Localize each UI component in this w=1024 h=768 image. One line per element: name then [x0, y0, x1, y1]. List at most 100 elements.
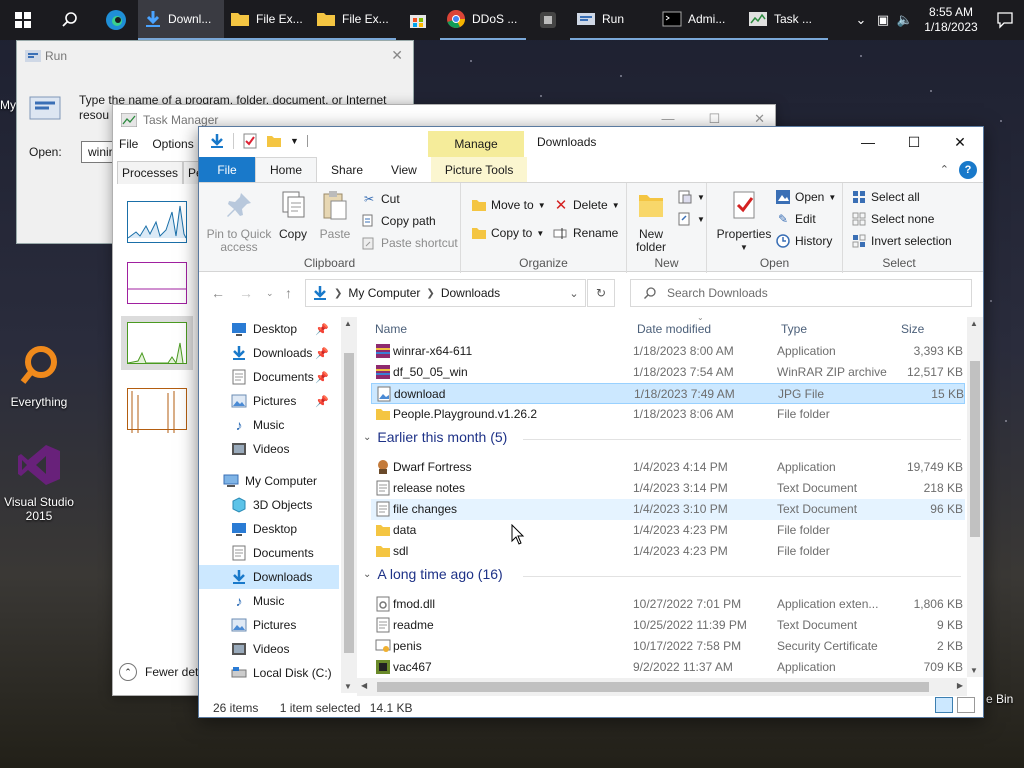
close-icon[interactable]: ✕	[391, 47, 403, 64]
table-row[interactable]: People.Playground.v1.26.2 1/18/2023 8:06…	[371, 404, 965, 425]
table-row[interactable]: sdl 1/4/2023 4:23 PM File folder	[371, 541, 965, 562]
fewer-details-button[interactable]: ⌃ Fewer det	[119, 663, 198, 681]
open-button[interactable]: Open ▼	[775, 189, 836, 205]
scroll-right-icon[interactable]: ▶	[957, 681, 963, 690]
nav-item-pictures[interactable]: Pictures 📌	[199, 389, 339, 413]
scroll-up-icon[interactable]: ▲	[344, 319, 352, 328]
taskbar-app-chrome[interactable]: DDoS ...	[440, 0, 526, 40]
file-list-scroll-thumb[interactable]	[970, 361, 980, 537]
file-list-scrollbar[interactable]: ▲ ▼	[967, 317, 983, 677]
memory-graph[interactable]	[127, 262, 187, 304]
network-graph[interactable]	[127, 388, 187, 433]
group-header-earlier-this-month[interactable]: ⌄ Earlier this month (5)	[363, 429, 961, 445]
taskbar-app[interactable]	[526, 0, 570, 40]
network-icon[interactable]: ▣	[872, 12, 894, 28]
column-header-size[interactable]: Size	[901, 317, 924, 341]
back-arrow-icon[interactable]: ←	[211, 285, 225, 301]
recent-locations-icon[interactable]: ⌄	[266, 288, 274, 299]
disk-graph[interactable]	[121, 316, 193, 370]
nav-item-desktop-2[interactable]: Desktop	[199, 517, 339, 541]
table-row[interactable]: penis 10/17/2022 7:58 PM Security Certif…	[371, 636, 965, 657]
nav-item-documents-2[interactable]: Documents	[199, 541, 339, 565]
clock[interactable]: 8:55 AM 1/18/2023	[916, 5, 986, 35]
taskbar-app-cmd[interactable]: Admi...	[656, 0, 742, 40]
table-row[interactable]: Dwarf Fortress 1/4/2023 4:14 PM Applicat…	[371, 457, 965, 478]
move-to-button[interactable]: Move to ▼	[471, 197, 546, 213]
properties-button[interactable]: Properties ▼	[715, 189, 773, 254]
details-view-icon[interactable]	[935, 697, 953, 713]
nav-item-downloads-2[interactable]: Downloads	[199, 565, 339, 589]
maximize-icon[interactable]: ☐	[891, 127, 937, 157]
tab-file[interactable]: File	[199, 157, 255, 182]
horizontal-scrollbar[interactable]: ◀ ▶	[357, 678, 967, 696]
taskbar-app-run[interactable]: Run	[570, 0, 656, 40]
copy-button[interactable]: Copy	[275, 189, 311, 241]
cut-button[interactable]: ✂ Cut	[361, 191, 400, 207]
delete-button[interactable]: ✕ Delete ▼	[553, 197, 620, 214]
desktop-icon-visual-studio[interactable]: Visual Studio 2015	[0, 442, 78, 523]
pin-icon[interactable]: 📌	[315, 347, 329, 360]
copy-to-button[interactable]: Copy to ▼	[471, 225, 544, 241]
address-bar[interactable]: ❯ My Computer ❯ Downloads ⌄	[305, 279, 586, 307]
select-all-button[interactable]: Select all	[851, 189, 920, 205]
column-header-type[interactable]: Type	[781, 317, 807, 341]
scroll-up-icon[interactable]: ▲	[970, 319, 978, 328]
taskbar-app-downloads[interactable]: Downl...	[138, 0, 224, 40]
forward-arrow-icon[interactable]: →	[239, 285, 253, 301]
table-row[interactable]: data 1/4/2023 4:23 PM File folder	[371, 520, 965, 541]
tab-processes[interactable]: Processes	[117, 161, 184, 184]
paste-button[interactable]: Paste	[315, 189, 355, 241]
nav-item-downloads[interactable]: Downloads 📌	[199, 341, 339, 365]
nav-item-music[interactable]: ♪ Music	[199, 413, 339, 437]
taskbar-app-file-explorer[interactable]: File Ex...	[224, 0, 310, 40]
scroll-left-icon[interactable]: ◀	[361, 681, 367, 690]
tab-share[interactable]: Share	[317, 157, 377, 182]
copy-path-button[interactable]: Copy path	[361, 213, 436, 229]
nav-item-music-2[interactable]: ♪ Music	[199, 589, 339, 613]
taskbar-app-file-explorer-2[interactable]: File Ex...	[310, 0, 396, 40]
large-icons-view-icon[interactable]	[957, 697, 975, 713]
nav-pane-scroll-thumb[interactable]	[344, 353, 354, 653]
maximize-icon[interactable]: ☐	[708, 111, 720, 127]
table-row-hover[interactable]: file changes 1/4/2023 3:10 PM Text Docum…	[371, 499, 965, 520]
nav-item-my-computer[interactable]: My Computer	[199, 469, 339, 493]
history-button[interactable]: History	[775, 233, 832, 249]
new-item-button[interactable]: ▼	[677, 189, 705, 205]
invert-selection-button[interactable]: Invert selection	[851, 233, 952, 249]
group-header-a-long-time-ago[interactable]: ⌄ A long time ago (16)	[363, 566, 961, 582]
volume-icon[interactable]: 🔈	[894, 12, 916, 28]
search-button[interactable]	[46, 0, 94, 40]
nav-item-videos[interactable]: Videos	[199, 437, 339, 461]
close-icon[interactable]: ✕	[937, 127, 983, 157]
chevron-up-icon[interactable]: ⌄	[850, 12, 872, 28]
table-row[interactable]: winrar-x64-611 1/18/2023 8:00 AM Applica…	[371, 341, 965, 362]
pin-icon[interactable]: 📌	[315, 395, 329, 408]
customize-qat-icon[interactable]: ▼	[290, 136, 299, 146]
taskbar-edge[interactable]	[94, 0, 138, 40]
pin-icon[interactable]: 📌	[315, 371, 329, 384]
close-icon[interactable]: ✕	[754, 111, 765, 127]
pin-to-quick-access-button[interactable]: Pin to Quick access	[205, 189, 273, 254]
table-row-selected[interactable]: download 1/18/2023 7:49 AM JPG File 15 K…	[371, 383, 965, 404]
menu-file[interactable]: File	[119, 137, 138, 151]
breadcrumb-downloads[interactable]: Downloads	[441, 286, 500, 300]
table-row[interactable]: release notes 1/4/2023 3:14 PM Text Docu…	[371, 478, 965, 499]
tab-home[interactable]: Home	[255, 157, 318, 182]
breadcrumb-my-computer[interactable]: My Computer	[348, 286, 420, 300]
pin-icon[interactable]: 📌	[315, 323, 329, 336]
new-folder-icon[interactable]	[266, 133, 282, 149]
start-button[interactable]	[0, 0, 46, 40]
up-arrow-icon[interactable]: ↑	[285, 285, 292, 301]
collapse-ribbon-icon[interactable]: ⌃	[940, 163, 949, 176]
nav-item-desktop[interactable]: Desktop 📌	[199, 317, 339, 341]
menu-options[interactable]: Options	[152, 137, 193, 151]
nav-item-local-disk[interactable]: Local Disk (C:)	[199, 661, 339, 685]
nav-item-3d-objects[interactable]: 3D Objects	[199, 493, 339, 517]
table-row[interactable]: readme 10/25/2022 11:39 PM Text Document…	[371, 615, 965, 636]
refresh-button[interactable]: ↻	[587, 279, 615, 307]
scroll-down-icon[interactable]: ▼	[970, 666, 978, 675]
table-row[interactable]: fmod.dll 10/27/2022 7:01 PM Application …	[371, 594, 965, 615]
help-icon[interactable]: ?	[959, 160, 977, 179]
edit-button[interactable]: ✎ Edit	[775, 211, 816, 227]
new-folder-button[interactable]: New folder	[631, 189, 671, 254]
